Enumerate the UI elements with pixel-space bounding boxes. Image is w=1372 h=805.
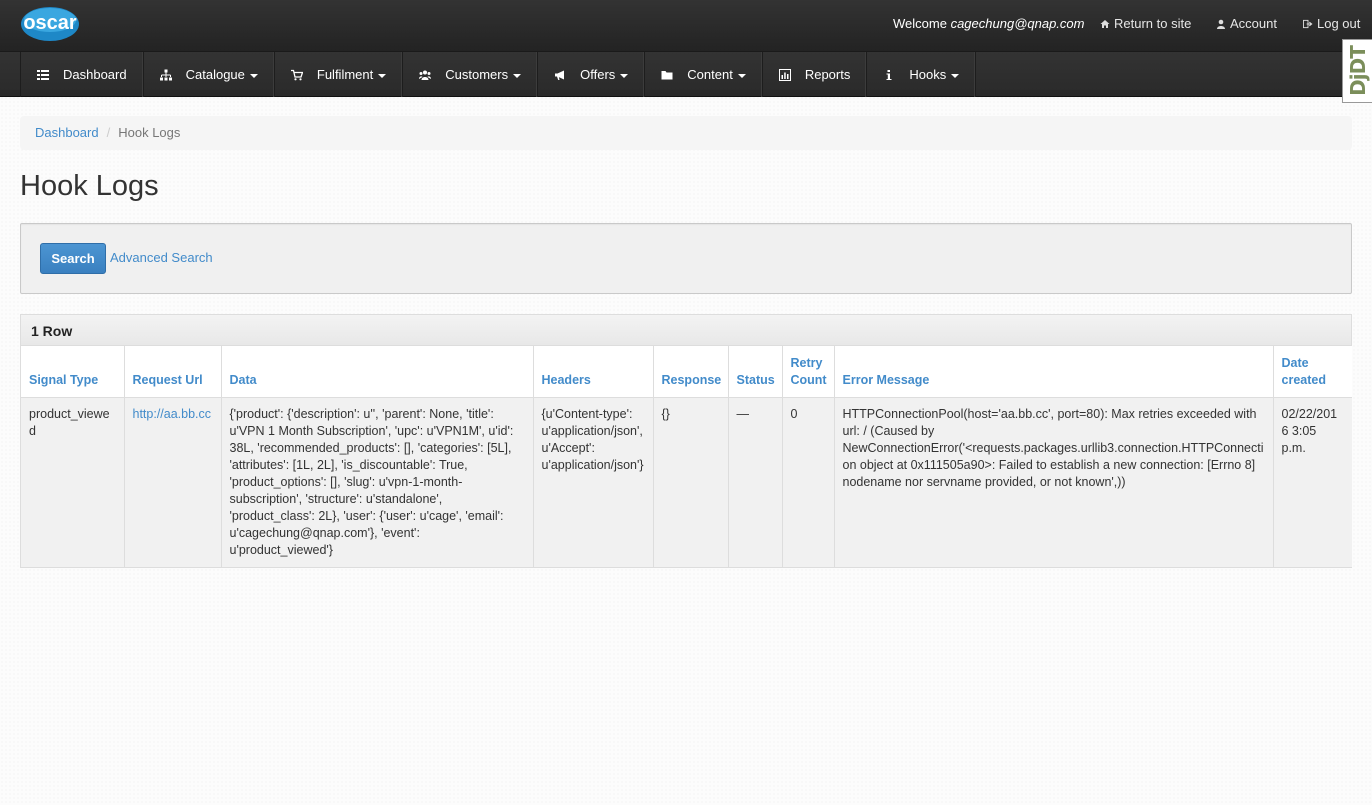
column-header-request-url[interactable]: Request Url: [124, 346, 222, 398]
nav-item-customers[interactable]: Customers: [403, 52, 539, 97]
chevron-down-icon: [951, 74, 960, 78]
request-url-link[interactable]: http://aa.bb.cc: [133, 407, 212, 421]
column-header-date-created[interactable]: Date created: [1273, 346, 1352, 398]
nav-item-catalogue[interactable]: Catalogue: [144, 52, 275, 97]
page-title: Hook Logs: [20, 170, 159, 202]
cell-response: {}: [653, 397, 729, 567]
cell-date-created: 02/22/2016 3:05 p.m.: [1273, 397, 1352, 567]
cell-signal-type: product_viewed: [21, 397, 125, 567]
nav-item-dashboard[interactable]: Dashboard: [21, 52, 144, 97]
nav-item-content[interactable]: Content: [645, 52, 763, 97]
cell-request-url: http://aa.bb.cc: [124, 397, 222, 567]
column-header-data[interactable]: Data: [221, 346, 534, 398]
chevron-down-icon: [378, 74, 387, 78]
cell-headers: {u'Content-type': u'application/json', u…: [533, 397, 654, 567]
return-to-site-link[interactable]: Return to site: [1100, 16, 1191, 31]
cell-error-message: HTTPConnectionPool(host='aa.bb.cc', port…: [834, 397, 1274, 567]
djdt-label: DjDT: [1345, 46, 1370, 96]
info-icon: [886, 69, 892, 80]
nav-item-label: Catalogue: [185, 67, 245, 82]
nav-item-offers[interactable]: Offers: [538, 52, 646, 97]
folder-icon: [661, 70, 673, 79]
chevron-down-icon: [737, 74, 746, 78]
return-to-site-label: Return to site: [1114, 16, 1192, 31]
svg-text:oscar: oscar: [23, 12, 77, 34]
table-caption: 1 Row: [21, 315, 1351, 346]
logout-link[interactable]: Log out: [1303, 16, 1360, 31]
group-icon: [419, 70, 432, 80]
main-nav: Dashboard Catalogue Fulfilment Customers…: [0, 51, 1372, 97]
column-header-response[interactable]: Response: [653, 346, 729, 398]
advanced-search-link[interactable]: Advanced Search: [110, 250, 213, 265]
cell-retry-count: 0: [782, 397, 835, 567]
nav-item-label: Customers: [445, 67, 509, 82]
oscar-logo-icon: oscar: [21, 7, 79, 41]
breadcrumb-separator: /: [106, 125, 111, 140]
breadcrumb-current: Hook Logs: [118, 125, 181, 140]
account-link[interactable]: Account: [1216, 16, 1277, 31]
table-header-row: Signal Type Request Url Data Headers Res…: [21, 346, 1352, 398]
column-header-status[interactable]: Status: [728, 346, 783, 398]
chevron-down-icon: [513, 74, 522, 78]
column-header-headers[interactable]: Headers: [533, 346, 654, 398]
nav-item-label: Content: [687, 67, 733, 82]
nav-item-label: Reports: [804, 67, 851, 82]
nav-item-fulfilment[interactable]: Fulfilment: [275, 52, 404, 97]
chevron-down-icon: [249, 74, 258, 78]
bar-chart-icon: [778, 68, 791, 81]
hook-logs-table-panel: 1 Row Signal Type Request Url Data Heade…: [20, 314, 1352, 568]
user-icon: [1217, 19, 1225, 29]
welcome-prefix: Welcome: [893, 16, 947, 31]
django-debug-toolbar-handle[interactable]: DjDT: [1342, 39, 1372, 103]
nav-item-hooks[interactable]: Hooks: [867, 52, 977, 97]
account-label: Account: [1230, 16, 1277, 31]
cart-icon: [290, 69, 303, 80]
welcome-user: cagechung@qnap.com: [950, 16, 1085, 31]
breadcrumb-dashboard-link[interactable]: Dashboard: [35, 125, 99, 140]
nav-item-label: Offers: [580, 67, 616, 82]
nav-item-label: Fulfilment: [316, 67, 374, 82]
cell-data: {'product': {'description': u'', 'parent…: [221, 397, 534, 567]
cell-status: —: [728, 397, 783, 567]
column-header-retry-count[interactable]: Retry Count: [782, 346, 835, 398]
search-button[interactable]: Search: [40, 243, 106, 274]
home-icon: [1100, 19, 1110, 28]
table-row: product_viewed http://aa.bb.cc {'product…: [21, 397, 1352, 567]
hook-logs-table: Signal Type Request Url Data Headers Res…: [21, 346, 1352, 567]
welcome-text: Welcome cagechung@qnap.com: [893, 16, 1084, 31]
bullhorn-icon: [555, 70, 565, 80]
column-header-error-message[interactable]: Error Message: [834, 346, 1274, 398]
nav-item-reports[interactable]: Reports: [763, 52, 868, 97]
sign-out-icon: [1303, 19, 1313, 28]
logout-label: Log out: [1317, 16, 1361, 31]
nav-item-label: Dashboard: [63, 67, 127, 82]
column-header-signal-type[interactable]: Signal Type: [21, 346, 125, 398]
list-icon: [37, 69, 49, 80]
top-header: oscar Welcome cagechung@qnap.com Return …: [0, 0, 1372, 51]
nav-item-label: Hooks: [909, 67, 947, 82]
search-form: Search Advanced Search: [20, 223, 1352, 294]
sitemap-icon: [159, 69, 172, 80]
breadcrumb: Dashboard / Hook Logs: [20, 116, 1352, 150]
oscar-logo[interactable]: oscar: [20, 3, 80, 43]
chevron-down-icon: [620, 74, 629, 78]
